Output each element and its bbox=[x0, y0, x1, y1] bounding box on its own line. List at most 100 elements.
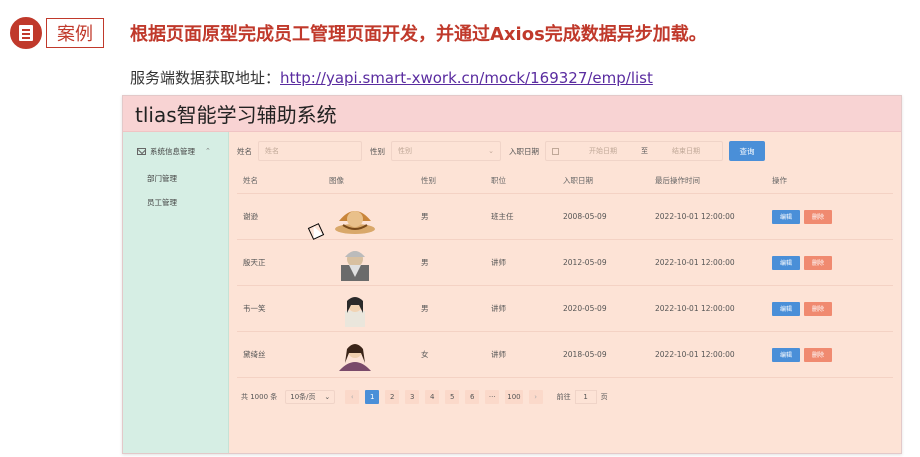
pagination: 共 1000 条 10条/页 ⌄ ‹ 1 2 3 4 5 6 ··· 100 › bbox=[237, 382, 893, 412]
source-url-link[interactable]: http://yapi.smart-xwork.cn/mock/169327/e… bbox=[280, 69, 653, 87]
prev-page-button[interactable]: ‹ bbox=[345, 390, 360, 404]
cell-entry-date: 2020-05-09 bbox=[563, 304, 607, 313]
page-button[interactable]: 2 bbox=[385, 390, 400, 404]
cell-image bbox=[329, 291, 421, 327]
edit-button[interactable]: 编辑 bbox=[772, 255, 800, 270]
date-label: 入职日期 bbox=[509, 146, 539, 156]
table-header: 姓名 图像 性别 职位 入职日期 最后操作时间 操作 bbox=[237, 168, 893, 194]
page-button[interactable]: 6 bbox=[465, 390, 480, 404]
cell-name: 谢逊 bbox=[243, 212, 258, 221]
document-icon bbox=[10, 17, 42, 49]
page-button[interactable]: 100 bbox=[505, 390, 523, 404]
sidebar-group-system[interactable]: 系统信息管理 ⌃ bbox=[123, 140, 228, 162]
delete-button[interactable]: 删除 bbox=[804, 347, 832, 362]
app-body: 系统信息管理 ⌃ 部门管理 员工管理 姓名 姓名 性别 性别 ⌄ 入职日期 开始… bbox=[123, 132, 901, 453]
app-title: tlias智能学习辅助系统 bbox=[135, 103, 337, 127]
header-entry-date: 入职日期 bbox=[563, 176, 593, 185]
chevron-down-icon: ⌄ bbox=[488, 147, 494, 155]
cell-image bbox=[329, 337, 421, 373]
page-button[interactable]: 3 bbox=[405, 390, 420, 404]
cell-update-time: 2022-10-01 12:00:00 bbox=[655, 258, 735, 267]
query-button[interactable]: 查询 bbox=[729, 141, 765, 161]
chevron-down-icon: ⌄ bbox=[324, 393, 331, 401]
edit-button[interactable]: 编辑 bbox=[772, 347, 800, 362]
page-unit: 页 bbox=[600, 393, 608, 401]
chevron-up-icon: ⌃ bbox=[205, 147, 211, 155]
slide-title: 根据页面原型完成员工管理页面开发，并通过Axios完成数据异步加载。 bbox=[130, 24, 707, 45]
cell-update-time: 2022-10-01 12:00:00 bbox=[655, 212, 735, 221]
app-window: tlias智能学习辅助系统 系统信息管理 ⌃ 部门管理 员工管理 姓名 姓名 性… bbox=[122, 95, 902, 454]
page-button[interactable]: 5 bbox=[445, 390, 460, 404]
avatar-image bbox=[341, 250, 369, 281]
goto-input[interactable]: 1 bbox=[574, 390, 597, 404]
delete-button[interactable]: 删除 bbox=[804, 209, 832, 224]
sidebar-item-dept[interactable]: 部门管理 bbox=[123, 166, 228, 190]
avatar-image bbox=[339, 343, 371, 371]
gender-label: 性别 bbox=[370, 146, 385, 156]
edit-button[interactable]: 编辑 bbox=[772, 209, 800, 224]
cell-update-time: 2022-10-01 12:00:00 bbox=[655, 304, 735, 313]
date-separator: 至 bbox=[641, 147, 648, 155]
case-label: 案例 bbox=[46, 18, 104, 48]
next-page-button[interactable]: › bbox=[528, 390, 543, 404]
page-jumper: 前往 1 页 bbox=[557, 390, 608, 404]
date-end[interactable]: 结束日期 bbox=[656, 146, 716, 156]
cell-name: 韦一笑 bbox=[243, 304, 266, 313]
cell-job: 讲师 bbox=[491, 304, 506, 313]
gender-placeholder: 性别 bbox=[398, 147, 412, 155]
page-size-select[interactable]: 10条/页 ⌄ bbox=[285, 390, 336, 404]
page-button[interactable]: 4 bbox=[425, 390, 440, 404]
mail-icon bbox=[137, 147, 146, 155]
name-label: 姓名 bbox=[237, 146, 252, 156]
table-row: 谢逊 男 班主任 2008-05-09 2022-10-01 12:00:00 … bbox=[237, 194, 893, 240]
delete-button[interactable]: 删除 bbox=[804, 301, 832, 316]
cell-gender: 男 bbox=[421, 212, 429, 221]
goto-label: 前往 bbox=[556, 393, 571, 401]
search-bar: 姓名 姓名 性别 性别 ⌄ 入职日期 开始日期 至 结束日期 查询 bbox=[237, 140, 893, 162]
source-prefix: 服务端数据获取地址： bbox=[130, 69, 281, 87]
date-start[interactable]: 开始日期 bbox=[573, 146, 633, 156]
name-input[interactable]: 姓名 bbox=[258, 141, 362, 161]
sidebar-item-emp[interactable]: 员工管理 bbox=[123, 190, 228, 214]
app-header: tlias智能学习辅助系统 bbox=[123, 96, 901, 132]
slide: 案例 根据页面原型完成员工管理页面开发，并通过Axios完成数据异步加载。 服务… bbox=[0, 0, 920, 457]
cell-gender: 男 bbox=[421, 304, 429, 313]
page-size-value: 10条/页 bbox=[290, 393, 316, 401]
header-name: 姓名 bbox=[243, 176, 258, 185]
pagination-total: 共 1000 条 bbox=[241, 393, 278, 401]
avatar-image bbox=[335, 210, 375, 234]
cell-job: 讲师 bbox=[491, 258, 506, 267]
table-row: 韦一笑 男 讲师 2020-05-09 2022-10-01 12:00:00 bbox=[237, 286, 893, 332]
gender-select[interactable]: 性别 ⌄ bbox=[391, 141, 501, 161]
cell-update-time: 2022-10-01 12:00:00 bbox=[655, 350, 735, 359]
header-job: 职位 bbox=[491, 176, 506, 185]
cell-name: 殷天正 bbox=[243, 258, 266, 267]
cell-actions: 编辑 删除 bbox=[772, 347, 862, 362]
cell-image bbox=[329, 199, 421, 235]
cell-name: 黛绮丝 bbox=[243, 350, 266, 359]
delete-button[interactable]: 删除 bbox=[804, 255, 832, 270]
cell-actions: 编辑 删除 bbox=[772, 209, 862, 224]
more-pages-button[interactable]: ··· bbox=[485, 390, 500, 404]
cell-entry-date: 2012-05-09 bbox=[563, 258, 607, 267]
cell-gender: 女 bbox=[421, 350, 429, 359]
calendar-icon bbox=[552, 147, 559, 155]
table-row: 殷天正 男 讲师 2012-05-09 2022-10-01 12:00:00 … bbox=[237, 240, 893, 286]
avatar-image bbox=[345, 296, 365, 327]
cell-actions: 编辑 删除 bbox=[772, 255, 862, 270]
page-button[interactable]: 1 bbox=[365, 390, 380, 404]
header-gender: 性别 bbox=[421, 176, 436, 185]
cell-job: 班主任 bbox=[491, 212, 514, 221]
cell-gender: 男 bbox=[421, 258, 429, 267]
date-range-picker[interactable]: 开始日期 至 结束日期 bbox=[545, 141, 723, 161]
sidebar: 系统信息管理 ⌃ 部门管理 员工管理 bbox=[123, 132, 229, 453]
cell-entry-date: 2018-05-09 bbox=[563, 350, 607, 359]
cell-entry-date: 2008-05-09 bbox=[563, 212, 607, 221]
cell-actions: 编辑 删除 bbox=[772, 301, 862, 316]
cell-job: 讲师 bbox=[491, 350, 506, 359]
table-row: 黛绮丝 女 讲师 2018-05-09 2022-10-01 12:00:00 bbox=[237, 332, 893, 378]
edit-button[interactable]: 编辑 bbox=[772, 301, 800, 316]
cell-image bbox=[329, 245, 421, 281]
case-badge: 案例 bbox=[10, 17, 104, 49]
source-line: 服务端数据获取地址：http://yapi.smart-xwork.cn/moc… bbox=[130, 67, 653, 88]
